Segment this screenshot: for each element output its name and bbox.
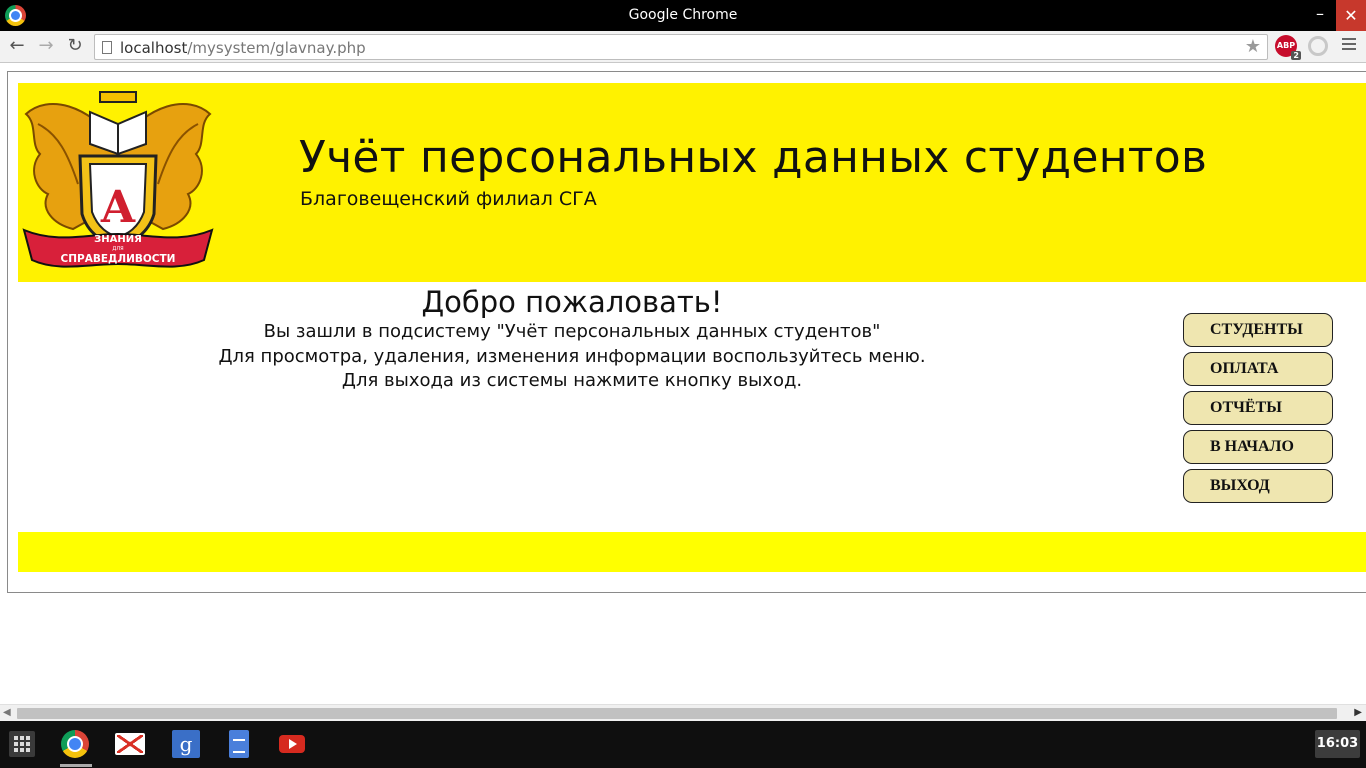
back-button[interactable]: ← xyxy=(5,35,29,59)
page-icon xyxy=(102,41,112,54)
side-menu: СТУДЕНТЫ ОПЛАТА ОТЧЁТЫ В НАЧАЛО ВЫХОД xyxy=(1183,313,1333,508)
logo-emblem: А ЗНАНИЯ ДЛЯ СПРАВЕДЛИВОСТИ xyxy=(22,91,214,268)
taskbar: g 16:03 xyxy=(0,721,1366,768)
taskbar-clock[interactable]: 16:03 xyxy=(1315,730,1360,758)
welcome-line-1: Вы зашли в подсистему "Учёт персональных… xyxy=(263,321,881,342)
active-app-indicator xyxy=(60,764,92,767)
site-title: Учёт персональных данных студентов xyxy=(299,132,1208,183)
taskbar-chrome-icon[interactable] xyxy=(61,730,89,758)
taskbar-youtube-icon[interactable] xyxy=(279,735,305,753)
payment-button[interactable]: ОПЛАТА xyxy=(1183,352,1333,386)
home-button[interactable]: В НАЧАЛО xyxy=(1183,430,1333,464)
taskbar-docs-icon[interactable] xyxy=(229,730,249,758)
app-launcher-icon[interactable] xyxy=(9,731,35,757)
browser-toolbar: ← → ↻ localhost/mysystem/glavnay.php ★ xyxy=(0,31,1366,63)
scrollbar-thumb[interactable] xyxy=(17,708,1337,719)
welcome-heading: Добро пожаловать! xyxy=(421,285,723,319)
taskbar-gmail-icon[interactable] xyxy=(115,733,145,755)
students-button[interactable]: СТУДЕНТЫ xyxy=(1183,313,1333,347)
logo-ribbon-top: ЗНАНИЯ xyxy=(94,234,142,245)
adblock-extension-icon[interactable]: ABP 2 xyxy=(1275,35,1301,60)
taskbar-google-plus-icon[interactable]: g xyxy=(172,730,200,758)
reload-button[interactable]: ↻ xyxy=(63,35,87,59)
extension-icon[interactable] xyxy=(1308,36,1328,56)
exit-button[interactable]: ВЫХОД xyxy=(1183,469,1333,503)
logo-ribbon-small: ДЛЯ xyxy=(112,246,123,252)
site-subtitle: Благовещенский филиал СГА xyxy=(300,188,597,210)
welcome-line-2: Для просмотра, удаления, изменения инфор… xyxy=(218,345,926,367)
close-button[interactable]: ✕ xyxy=(1336,0,1366,31)
scroll-right-icon[interactable]: ▶ xyxy=(1354,707,1362,718)
url-host: localhost xyxy=(120,39,188,57)
site-footer xyxy=(18,532,1366,572)
address-url[interactable]: localhost/mysystem/glavnay.php xyxy=(120,39,366,57)
welcome-line-3: Для выхода из системы нажмите кнопку вых… xyxy=(341,370,803,391)
scroll-left-icon[interactable]: ◀ xyxy=(3,707,11,718)
url-path: /mysystem/glavnay.php xyxy=(187,39,366,57)
minimize-button[interactable]: – xyxy=(1304,0,1336,31)
bookmark-star-icon[interactable]: ★ xyxy=(1245,36,1261,57)
horizontal-scrollbar[interactable]: ◀ ▶ xyxy=(0,704,1366,721)
window-title-bar: Google Chrome – ✕ xyxy=(0,0,1366,31)
address-bar[interactable]: localhost/mysystem/glavnay.php ★ xyxy=(94,34,1268,60)
forward-button[interactable]: → xyxy=(34,35,58,59)
welcome-section: Добро пожаловать! Вы зашли в подсистему … xyxy=(150,284,994,394)
logo-ribbon-bottom: СПРАВЕДЛИВОСТИ xyxy=(61,253,176,265)
adblock-badge: 2 xyxy=(1291,51,1301,60)
logo-letter: А xyxy=(100,182,136,233)
window-title: Google Chrome xyxy=(628,7,738,23)
reports-button[interactable]: ОТЧЁТЫ xyxy=(1183,391,1333,425)
adblock-label: ABP xyxy=(1276,41,1296,50)
chrome-menu-icon[interactable] xyxy=(1342,38,1356,52)
